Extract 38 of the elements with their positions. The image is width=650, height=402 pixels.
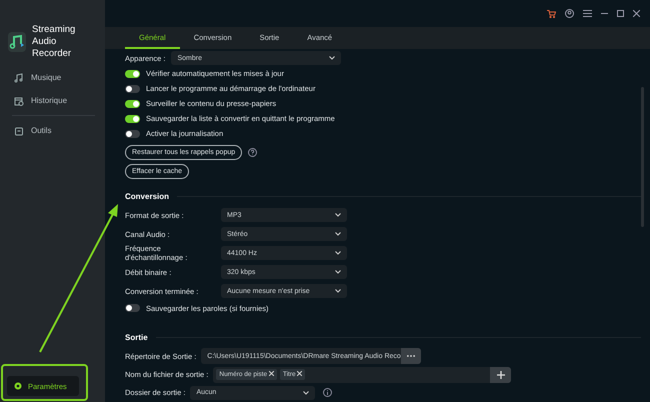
app-name: Streaming Audio Recorder bbox=[32, 24, 76, 60]
chevron-down-icon bbox=[335, 232, 341, 236]
chevron-down-icon bbox=[335, 213, 341, 218]
sidebar-item[interactable]: Outils bbox=[14, 119, 94, 142]
sidebar-item[interactable]: Historique bbox=[14, 89, 94, 112]
chevron-down-icon bbox=[303, 390, 310, 395]
menu-icon[interactable] bbox=[583, 10, 592, 17]
help-icon[interactable] bbox=[248, 148, 258, 157]
toggle-switch[interactable] bbox=[125, 84, 140, 92]
app-logo-icon bbox=[8, 32, 26, 52]
toggle-switch[interactable] bbox=[125, 114, 140, 122]
chevron-down-icon bbox=[329, 56, 336, 60]
calendar-clock-icon bbox=[14, 96, 24, 106]
toggle-switch[interactable] bbox=[125, 70, 140, 78]
close-icon[interactable] bbox=[268, 371, 274, 376]
sidebar-item[interactable]: Musique bbox=[14, 66, 94, 89]
chevron-down-icon bbox=[335, 251, 341, 256]
close-icon[interactable] bbox=[633, 10, 640, 17]
section-heading: Sortie bbox=[125, 331, 641, 344]
close-icon[interactable] bbox=[297, 371, 302, 376]
more-button[interactable] bbox=[401, 348, 422, 364]
shopping-cart-icon[interactable] bbox=[547, 10, 556, 18]
toggle-switch[interactable] bbox=[125, 100, 140, 108]
info-icon[interactable] bbox=[323, 388, 332, 398]
chevron-down-icon bbox=[335, 270, 341, 274]
toggle-switch[interactable] bbox=[125, 304, 140, 312]
add-button[interactable] bbox=[490, 366, 512, 383]
toolbox-icon bbox=[14, 126, 24, 136]
music-note-icon bbox=[14, 72, 24, 82]
minimize-icon[interactable] bbox=[601, 10, 608, 17]
plus-icon bbox=[496, 370, 505, 379]
section-heading: Conversion bbox=[125, 190, 641, 203]
maximize-icon[interactable] bbox=[617, 10, 624, 17]
ellipsis-icon bbox=[407, 355, 416, 358]
chevron-down-icon bbox=[335, 289, 341, 294]
toggle-switch[interactable] bbox=[125, 130, 140, 138]
user-icon[interactable] bbox=[565, 9, 574, 18]
gear-icon bbox=[14, 382, 22, 390]
